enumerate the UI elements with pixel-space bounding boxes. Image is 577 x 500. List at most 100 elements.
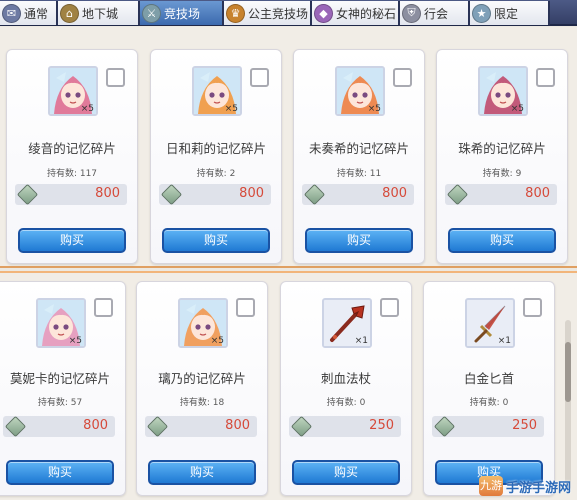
select-checkbox[interactable] — [393, 68, 412, 87]
tab-6[interactable]: ★ 限定 — [470, 1, 550, 25]
goddess-stone-icon: ◆ — [314, 3, 333, 23]
owned-label: 持有数: — [469, 398, 500, 408]
owned-label: 持有数: — [46, 169, 77, 179]
owned-label: 持有数: — [37, 398, 68, 408]
owned-label: 持有数: — [482, 169, 513, 179]
tab-0[interactable]: ✉ 通常 — [0, 1, 58, 25]
owned-value: 0 — [502, 398, 509, 408]
item-name: 日和莉的记忆碎片 — [165, 141, 266, 156]
owned-count: 持有数: 18 — [137, 395, 267, 408]
item-price: 250 — [512, 418, 537, 433]
owned-label: 持有数: — [179, 398, 210, 408]
arena-coin-icon — [290, 415, 313, 438]
price-bar: 800 — [159, 183, 271, 206]
owned-value: 117 — [79, 169, 98, 179]
item-card[interactable]: ×5 璃乃的记忆碎片 持有数: 18 800 购买 — [136, 281, 268, 496]
buy-button[interactable]: 购买 — [305, 228, 413, 253]
item-name: 璃乃的记忆碎片 — [158, 371, 246, 386]
dagger-icon: ×1 — [465, 298, 515, 348]
item-card[interactable]: ×5 日和莉的记忆碎片持有数: 2 800 购买 — [150, 49, 282, 264]
price-bar: 250 — [432, 415, 544, 438]
tab-label: 女神的秘石 — [336, 6, 397, 21]
tab-label: 限定 — [494, 6, 519, 21]
owned-value: 9 — [515, 169, 522, 179]
item-quantity: ×5 — [224, 104, 238, 114]
select-checkbox[interactable] — [536, 68, 555, 87]
select-checkbox[interactable] — [236, 298, 255, 317]
buy-button[interactable]: 购买 — [148, 460, 256, 485]
item-price: 800 — [525, 186, 550, 201]
select-checkbox[interactable] — [94, 298, 113, 317]
owned-value: 2 — [229, 169, 236, 179]
watermark-text: 手游手游网 — [505, 480, 571, 496]
owned-count: 持有数: 9 — [437, 166, 567, 179]
item-card[interactable]: ×5 未奏希的记忆碎片 持有数: 11 800 购买 — [293, 49, 425, 264]
item-name: 未奏希的记忆碎片 — [308, 141, 409, 156]
arena-coin-icon — [433, 415, 456, 438]
tab-label: 地下城 — [82, 6, 119, 21]
buy-button[interactable]: 购买 — [162, 228, 270, 253]
scrollbar[interactable] — [565, 320, 571, 490]
arena-coin-icon — [303, 183, 326, 206]
tab-3[interactable]: ♛ 公主竞技场 — [224, 1, 312, 25]
owned-label: 持有数: — [196, 169, 227, 179]
price-bar: 800 — [445, 183, 557, 206]
buy-button[interactable]: 购买 — [292, 460, 400, 485]
bag-icon: ✉ — [2, 3, 21, 23]
buy-button[interactable]: 购买 — [448, 228, 556, 253]
tab-label: 通常 — [24, 6, 49, 21]
princess-arena-icon: ♛ — [226, 3, 245, 23]
owned-value: 18 — [212, 398, 225, 408]
item-quantity: ×1 — [354, 336, 368, 346]
item-card[interactable]: ×5 绫音的记忆碎片 持有数: 117 800 购买 — [6, 49, 138, 264]
item-name: 白金匕首 — [463, 371, 514, 386]
item-quantity: ×5 — [510, 104, 524, 114]
item-card[interactable]: ×5 莫妮卡的记忆碎片 持有数: 57 800 购买 — [0, 281, 126, 496]
dungeon-icon: ⌂ — [60, 3, 79, 23]
owned-count: 持有数: 2 — [151, 166, 281, 179]
select-checkbox[interactable] — [106, 68, 125, 87]
tab-label: 公主竞技场 — [248, 6, 309, 21]
bottom-item-row: ×5 莫妮卡的记忆碎片 持有数: 57 800 购买 ×5 璃乃的记忆碎片 持有数: 18 80… — [0, 271, 577, 500]
owned-value: 11 — [369, 169, 382, 179]
buy-button[interactable]: 购买 — [18, 228, 126, 253]
scroll-thumb[interactable] — [565, 342, 571, 402]
limited-icon: ★ — [472, 3, 491, 23]
memory-shard-icon: ×5 — [48, 66, 98, 116]
arena-icon: ⚔ — [142, 3, 161, 23]
price-bar: 250 — [289, 415, 401, 438]
memory-shard-icon: ×5 — [36, 298, 86, 348]
staff-icon: ×1 — [322, 298, 372, 348]
watermark-logo: 九游 — [478, 476, 503, 496]
site-watermark: 九游 手游手游网 — [478, 474, 571, 498]
top-item-row: ×5 绫音的记忆碎片 持有数: 117 800 购买 ×5 日和莉的记忆碎片 持有数: 2 80… — [0, 27, 577, 268]
arena-coin-icon — [446, 183, 469, 206]
owned-label: 持有数: — [326, 398, 357, 408]
tab-2[interactable]: ⚔ 竞技场 — [140, 1, 224, 25]
price-bar: 800 — [15, 183, 127, 206]
arena-coin-icon — [16, 183, 39, 206]
owned-label: 持有数: — [336, 169, 367, 179]
item-quantity: ×5 — [210, 336, 224, 346]
owned-count: 持有数: 11 — [294, 166, 424, 179]
item-card[interactable]: ×5 珠希的记忆碎片 持有数: 9 800 购买 — [436, 49, 568, 264]
tab-1[interactable]: ⌂ 地下城 — [58, 1, 140, 25]
select-checkbox[interactable] — [250, 68, 269, 87]
tab-label: 行会 — [424, 6, 449, 21]
owned-value: 57 — [70, 398, 83, 408]
item-price: 250 — [369, 418, 394, 433]
memory-shard-icon: ×5 — [335, 66, 385, 116]
item-price: 800 — [382, 186, 407, 201]
select-checkbox[interactable] — [523, 298, 542, 317]
owned-value: 0 — [359, 398, 366, 408]
arena-coin-icon — [4, 415, 27, 438]
shop-tab-bar: ✉ 通常 ⌂ 地下城 ⚔ 竞技场 ♛ 公主竞技场 ◆ 女神的秘石 ⛨ 行会 ★ 限定 — [0, 0, 577, 26]
item-card[interactable]: ×1 刺血法杖 持有数: 0 250 购买 — [280, 281, 412, 496]
select-checkbox[interactable] — [380, 298, 399, 317]
tab-4[interactable]: ◆ 女神的秘石 — [312, 1, 400, 25]
buy-button[interactable]: 购买 — [6, 460, 114, 485]
memory-shard-icon: ×5 — [192, 66, 242, 116]
tab-label: 竞技场 — [164, 6, 201, 21]
item-card[interactable]: ×1 白金匕首 持有数: 0 250 购买 — [423, 281, 555, 496]
tab-5[interactable]: ⛨ 行会 — [400, 1, 470, 25]
